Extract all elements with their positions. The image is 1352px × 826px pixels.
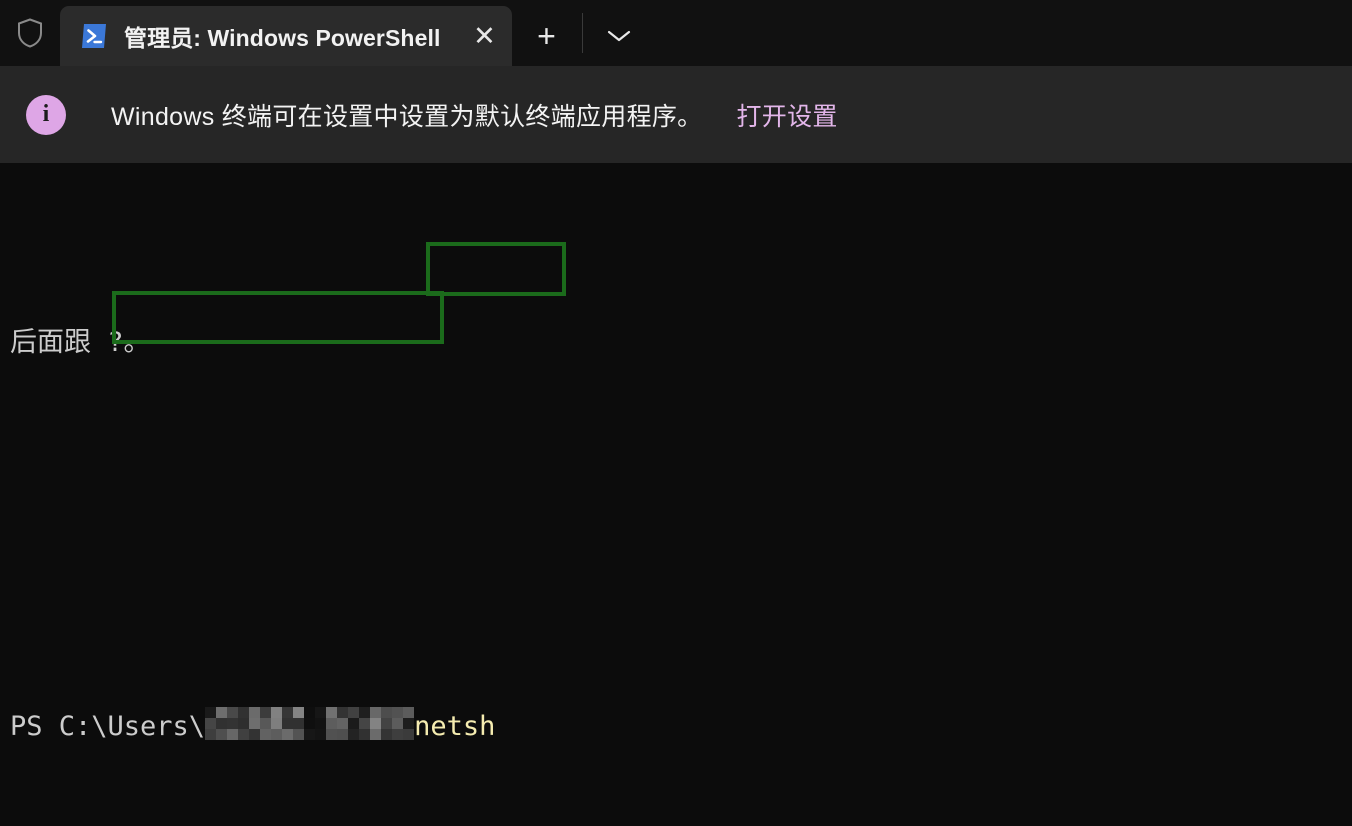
prompt-prefix: PS C:\Users\ <box>10 711 206 742</box>
title-bar: 管理员: Windows PowerShell ✕ + <box>0 0 1352 66</box>
new-tab-button[interactable]: + <box>512 6 580 66</box>
redacted-username <box>205 707 415 740</box>
info-icon: i <box>26 94 66 135</box>
notification-bar: i Windows 终端可在设置中设置为默认终端应用程序。 打开设置 <box>0 66 1352 163</box>
annotation-box-netsh <box>426 242 566 296</box>
prompt-command-netsh: netsh <box>414 711 496 742</box>
tab-title: 管理员: Windows PowerShell <box>124 25 441 51</box>
tabbar-divider <box>582 13 584 53</box>
powershell-icon <box>80 22 108 50</box>
terminal-line-hint: 后面跟 ?。 <box>10 327 151 358</box>
open-settings-link[interactable]: 打开设置 <box>736 97 837 133</box>
shield-icon <box>17 18 43 48</box>
tab-powershell[interactable]: 管理员: Windows PowerShell ✕ <box>60 6 513 66</box>
terminal-output[interactable]: 后面跟 ?。 PS C:\Users\netsh netsh>wlan show… <box>0 163 1352 826</box>
close-icon[interactable]: ✕ <box>456 6 512 66</box>
terminal-line-prompt: PS C:\Users\ netsh <box>10 703 1352 751</box>
shield-icon-button[interactable] <box>0 0 60 66</box>
chevron-down-icon <box>607 29 631 43</box>
tab-dropdown-button[interactable] <box>585 6 653 66</box>
notification-message: Windows 终端可在设置中设置为默认终端应用程序。 <box>111 102 703 131</box>
